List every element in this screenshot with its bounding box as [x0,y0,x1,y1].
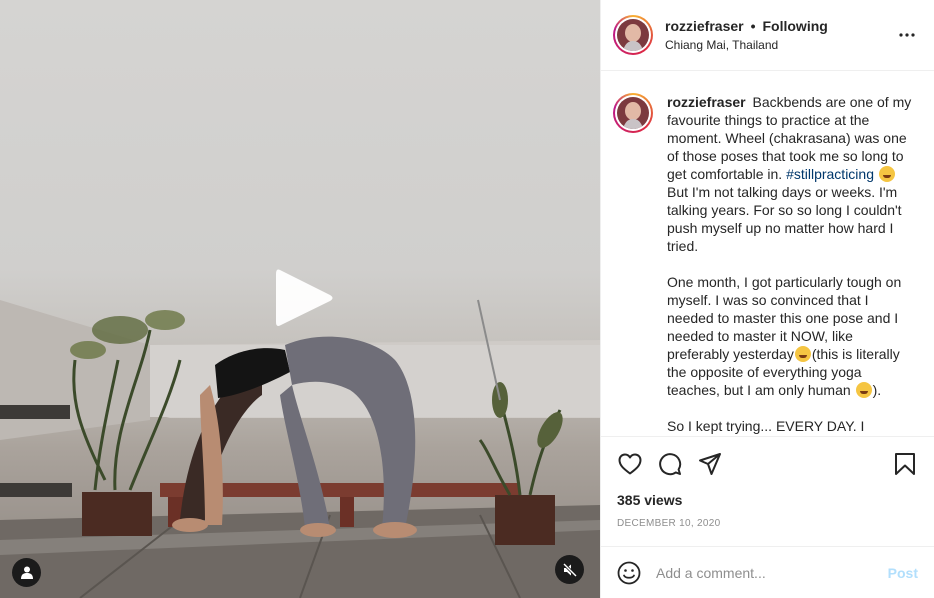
following-button[interactable]: Following [763,18,828,34]
more-options-button[interactable] [898,26,916,44]
comment-input[interactable] [656,564,888,581]
caption-username[interactable]: rozziefraser [667,94,746,110]
views-count[interactable]: 385 views [617,492,918,508]
avatar[interactable] [613,15,653,55]
emoji-picker-button[interactable] [616,560,642,586]
hashtag-link[interactable]: #stillpracticing [786,166,874,182]
share-button[interactable] [697,451,723,477]
post-video[interactable] [0,0,600,598]
play-button[interactable] [272,264,336,332]
instagram-post: rozziefraser • Following Chiang Mai, Tha… [0,0,934,598]
post-header: rozziefraser • Following Chiang Mai, Tha… [601,0,934,71]
caption-section: rozziefraser Backbends are one of my fav… [601,71,934,436]
comment-button[interactable] [657,451,683,477]
caption-paragraph-2c: ). [872,382,882,398]
post-date[interactable]: DECEMBER 10, 2020 [617,518,918,529]
avatar-image [617,19,649,51]
share-icon [699,453,721,475]
post-details-panel: rozziefraser • Following Chiang Mai, Tha… [600,0,934,598]
actions-section: 385 views DECEMBER 10, 2020 [601,436,934,546]
location-link[interactable]: Chiang Mai, Thailand [665,38,828,52]
mute-toggle-button[interactable] [555,555,584,584]
like-button[interactable] [617,451,643,477]
laughing-emoji-icon [855,382,872,398]
caption-paragraph-1b: But I'm not talking days or weeks. I'm t… [667,184,902,254]
add-comment-bar: Post [601,546,934,598]
comment-icon [659,453,682,476]
caption-text: rozziefraser Backbends are one of my fav… [667,93,917,436]
heart-icon [618,453,642,475]
header-username[interactable]: rozziefraser [665,18,744,34]
sweat-smile-emoji-icon [794,346,811,362]
tagged-users-button[interactable] [12,558,41,587]
save-button[interactable] [892,451,918,477]
avatar-image [617,97,649,129]
caption-avatar[interactable] [613,93,653,133]
muted-speaker-icon [562,562,577,577]
play-icon [276,269,333,326]
sweat-smile-emoji-icon [878,166,895,182]
bookmark-icon [895,453,915,475]
caption-paragraph-3: So I kept trying... EVERY DAY. I [667,418,865,434]
post-comment-button[interactable]: Post [888,565,918,581]
action-bar [617,437,918,491]
emoji-icon [617,561,641,584]
separator-dot: • [750,18,756,34]
user-tag-icon [20,566,33,579]
more-options-icon [899,33,915,37]
